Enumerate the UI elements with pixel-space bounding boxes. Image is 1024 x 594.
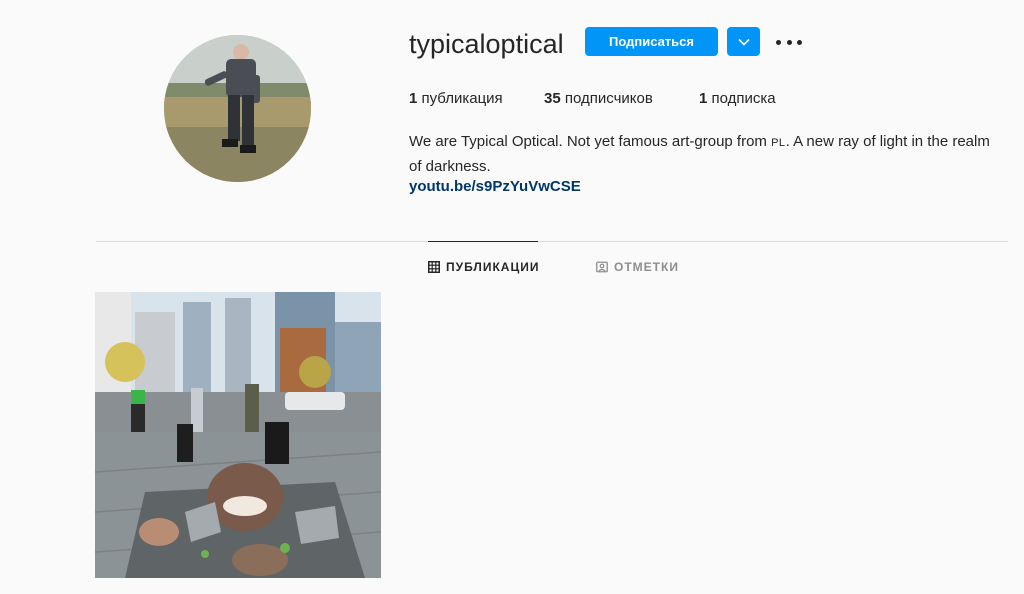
dot: [776, 39, 781, 45]
tab-tagged[interactable]: ОТМЕТКИ: [596, 260, 679, 274]
following-label: подписка: [711, 90, 776, 107]
followers-label: подписчиков: [564, 90, 653, 107]
following-count: 1: [699, 90, 708, 107]
bio-text-part1: We are Typical Optical. Not yet famous a…: [409, 133, 772, 150]
profile-avatar[interactable]: [164, 35, 311, 182]
grid-icon: [428, 261, 440, 273]
profile-username: typicaloptical: [409, 29, 564, 59]
followers-count: 35: [544, 90, 561, 107]
followers-stat[interactable]: 35 подписчиков: [544, 90, 653, 108]
tabs-divider: [96, 241, 1008, 242]
avatar-image: [164, 35, 311, 182]
dot: [786, 39, 792, 45]
posts-label: публикация: [421, 90, 503, 107]
tagged-icon: [596, 261, 608, 273]
tab-posts-label: ПУБЛИКАЦИИ: [446, 260, 540, 274]
profile-external-link[interactable]: youtu.be/s9PzYuVwCSE: [409, 177, 581, 197]
bio-country-code: PL: [771, 137, 786, 149]
profile-bio: We are Typical Optical. Not yet famous a…: [409, 130, 999, 178]
follow-button[interactable]: Подписаться: [585, 27, 718, 56]
dot: [797, 39, 802, 45]
posts-count: 1: [409, 90, 418, 107]
suggested-dropdown-button[interactable]: [727, 27, 760, 56]
chevron-down-icon: [737, 38, 750, 46]
posts-count-stat: 1 публикация: [409, 90, 503, 108]
post-image: [95, 292, 381, 578]
tab-posts[interactable]: ПУБЛИКАЦИИ: [428, 260, 539, 274]
following-stat[interactable]: 1 подписка: [699, 90, 776, 108]
active-tab-indicator: [428, 241, 538, 242]
more-options-icon[interactable]: [776, 32, 802, 52]
tab-tagged-label: ОТМЕТКИ: [614, 260, 679, 274]
post-thumbnail[interactable]: [95, 292, 381, 578]
